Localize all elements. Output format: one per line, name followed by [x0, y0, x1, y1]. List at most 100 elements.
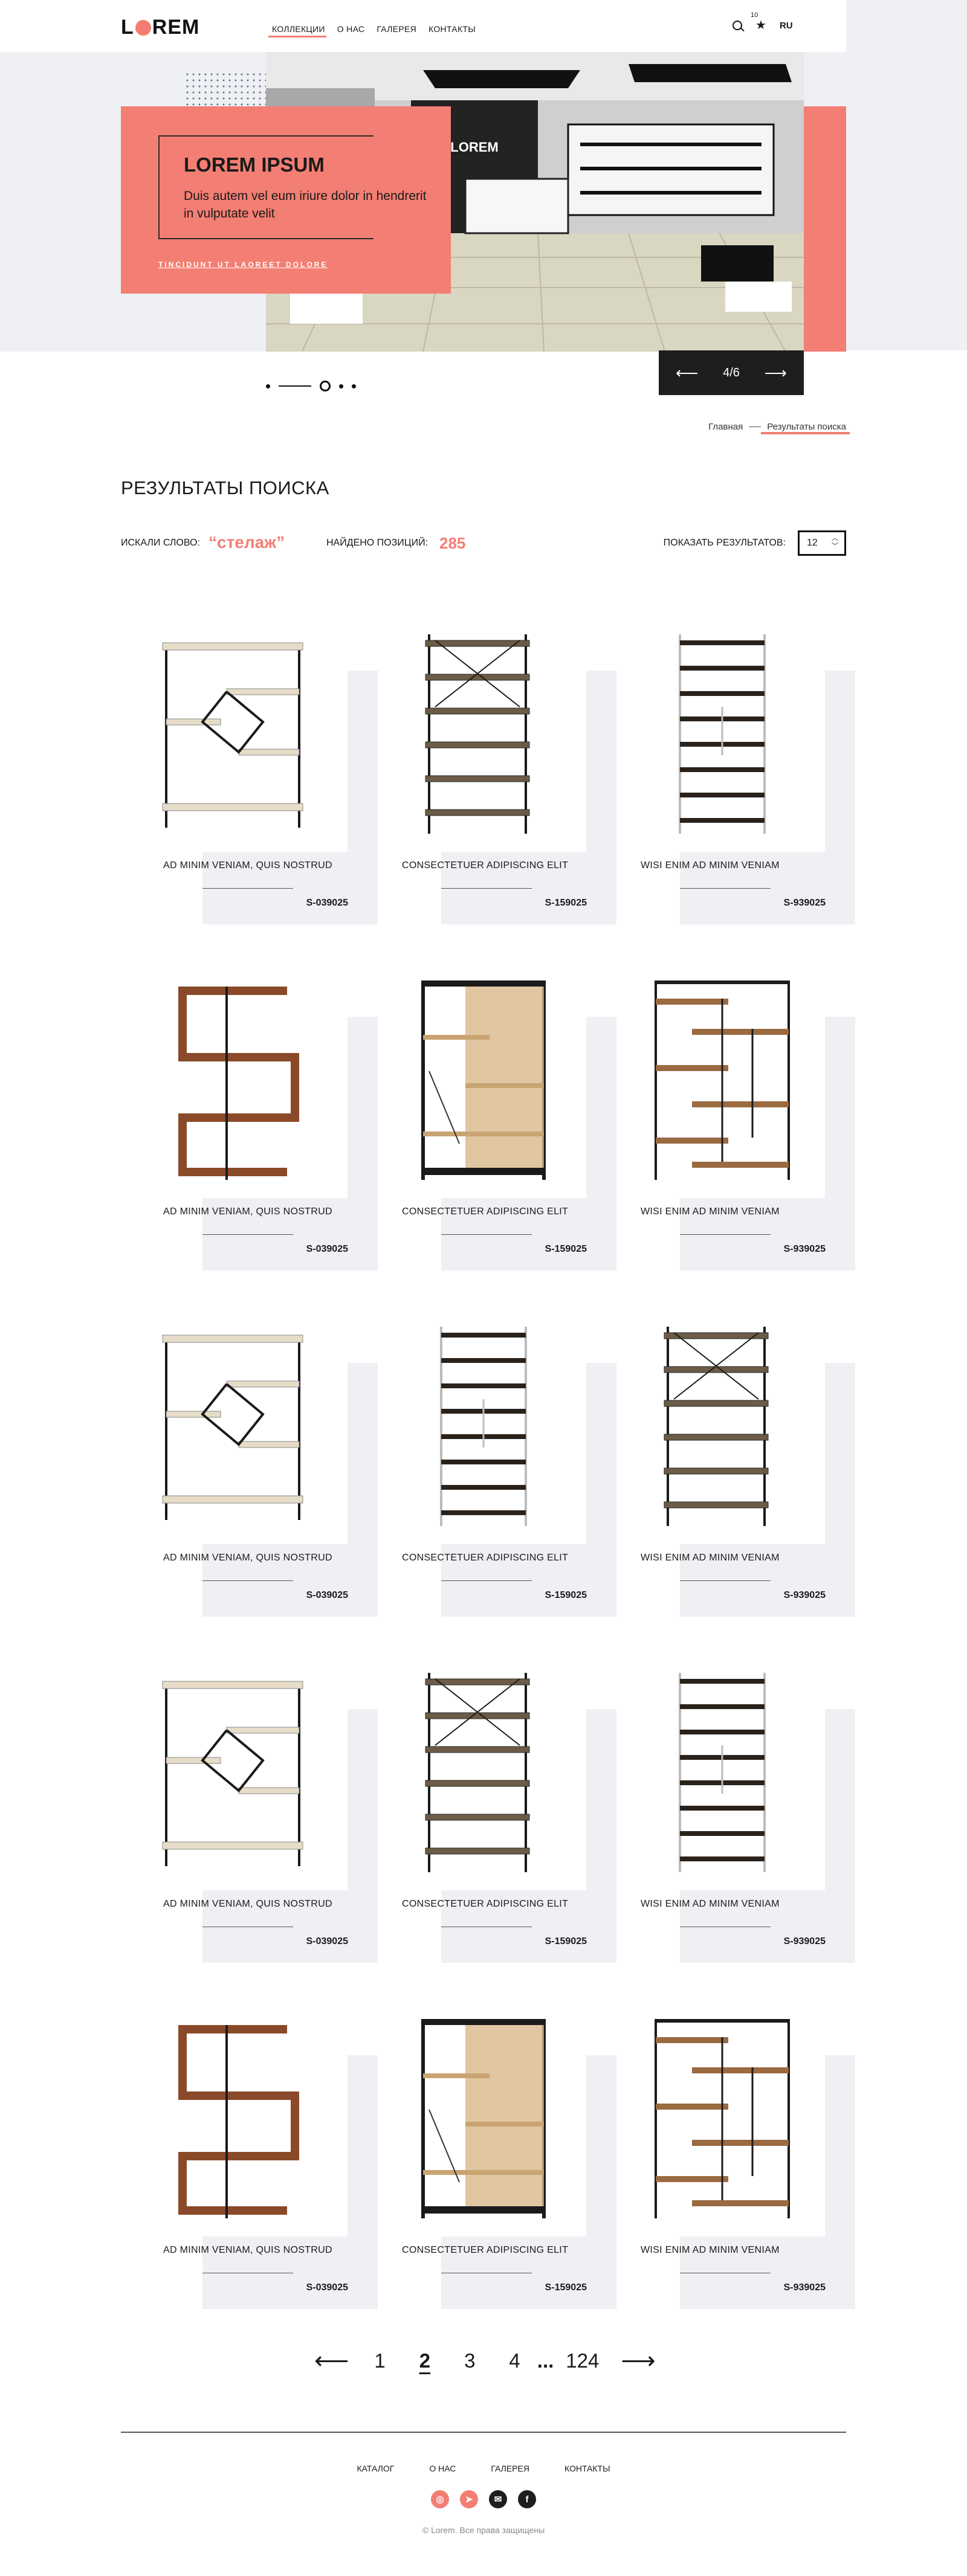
product-name[interactable]: CONSECTETUER ADIPISCING ELIT	[402, 1899, 568, 1910]
slider-dot[interactable]	[352, 384, 356, 388]
stair-shelf-image[interactable]	[381, 962, 586, 1198]
product-sku: S-939025	[783, 898, 826, 908]
product-name[interactable]: CONSECTETUER ADIPISCING ELIT	[402, 1553, 568, 1563]
hero-cta-link[interactable]: TINCIDUNT UT LAOREET DOLORE	[158, 260, 328, 269]
product-sku: S-039025	[306, 1590, 348, 1600]
product-name[interactable]: AD MINIM VENIAM, QUIS NOSTRUD	[163, 1899, 332, 1910]
page-link-1[interactable]: 1	[374, 2349, 385, 2372]
hex-shelf-image[interactable]	[142, 616, 348, 852]
nav-collections[interactable]: КОЛЛЕКЦИИ	[268, 24, 326, 37]
pagination-prev-icon[interactable]: ⟵	[314, 2347, 349, 2375]
tall-shelf-image[interactable]	[619, 616, 825, 852]
page-link-2-current[interactable]: 2	[419, 2349, 430, 2372]
footer-divider	[121, 2432, 846, 2433]
product-card[interactable]: AD MINIM VENIAM, QUIS NOSTRUD S-039025	[142, 1655, 378, 1963]
product-card[interactable]: CONSECTETUER ADIPISCING ELIT S-159025	[381, 2001, 616, 2309]
product-name[interactable]: WISI ENIM AD MINIM VENIAM	[641, 2245, 780, 2256]
hero-title: LOREM IPSUM	[184, 153, 325, 176]
footer-nav-gallery[interactable]: ГАЛЕРЕЯ	[491, 2464, 529, 2473]
site-logo[interactable]: L REM	[121, 16, 199, 39]
nav-gallery[interactable]: ГАЛЕРЕЯ	[377, 24, 416, 34]
nav-about[interactable]: О НАС	[337, 24, 365, 34]
page-link-4[interactable]: 4	[509, 2349, 520, 2372]
slider-dot[interactable]	[266, 384, 270, 388]
page-link-last[interactable]: 124	[566, 2349, 599, 2372]
product-sku: S-159025	[545, 1936, 587, 1946]
footer-nav-contacts[interactable]: КОНТАКТЫ	[564, 2464, 610, 2473]
product-name[interactable]: WISI ENIM AD MINIM VENIAM	[641, 860, 780, 871]
slider-next-arrow-icon[interactable]: ⟶	[765, 365, 787, 381]
product-name[interactable]: AD MINIM VENIAM, QUIS NOSTRUD	[163, 1206, 332, 1217]
slider-dot[interactable]	[339, 384, 343, 388]
nav-contacts[interactable]: КОНТАКТЫ	[429, 24, 476, 34]
product-sku: S-159025	[545, 898, 587, 908]
favorites-button[interactable]: 10 ★	[751, 12, 766, 32]
product-card[interactable]: CONSECTETUER ADIPISCING ELIT S-159025	[381, 616, 616, 924]
product-sku: S-039025	[306, 2282, 348, 2293]
tall-shelf-image[interactable]	[619, 1655, 825, 1890]
metal-shelf-image[interactable]	[619, 1309, 825, 1544]
product-name[interactable]: WISI ENIM AD MINIM VENIAM	[641, 1899, 780, 1910]
footer-nav-catalog[interactable]: КАТАЛОГ	[357, 2464, 395, 2473]
product-name[interactable]: AD MINIM VENIAM, QUIS NOSTRUD	[163, 1553, 332, 1563]
wood-zigzag-shelf-image[interactable]	[142, 2001, 348, 2236]
tall-shelf-image[interactable]	[381, 1309, 586, 1544]
product-card[interactable]: AD MINIM VENIAM, QUIS NOSTRUD S-039025	[142, 1309, 378, 1617]
hex-shelf-image[interactable]	[142, 1655, 348, 1890]
product-card[interactable]: WISI ENIM AD MINIM VENIAM S-939025	[619, 1655, 855, 1963]
product-name[interactable]: WISI ENIM AD MINIM VENIAM	[641, 1206, 780, 1217]
product-card[interactable]: WISI ENIM AD MINIM VENIAM S-939025	[619, 962, 855, 1270]
product-name[interactable]: CONSECTETUER ADIPISCING ELIT	[402, 860, 568, 871]
product-card[interactable]: WISI ENIM AD MINIM VENIAM S-939025	[619, 616, 855, 924]
mail-icon[interactable]: ✉	[489, 2490, 507, 2508]
slider-prev-arrow-icon[interactable]: ⟵	[676, 365, 698, 381]
pagination-next-icon[interactable]: ⟶	[621, 2347, 655, 2375]
product-sku: S-159025	[545, 1244, 587, 1254]
page-link-3[interactable]: 3	[464, 2349, 475, 2372]
product-divider	[441, 1234, 532, 1235]
product-card[interactable]: AD MINIM VENIAM, QUIS NOSTRUD S-039025	[142, 2001, 378, 2309]
stepper-arrows-icon[interactable]: ︿ ﹀	[832, 535, 838, 550]
telegram-icon[interactable]: ➤	[460, 2490, 478, 2508]
site-header: L REM КОЛЛЕКЦИИ О НАС ГАЛЕРЕЯ КОНТАКТЫ 10…	[0, 0, 846, 52]
product-name[interactable]: AD MINIM VENIAM, QUIS NOSTRUD	[163, 2245, 332, 2256]
searched-label: ИСКАЛИ СЛОВО:	[121, 538, 200, 548]
product-card[interactable]: CONSECTETUER ADIPISCING ELIT S-159025	[381, 962, 616, 1270]
product-sku: S-039025	[306, 898, 348, 908]
product-divider	[441, 888, 532, 889]
product-name[interactable]: AD MINIM VENIAM, QUIS NOSTRUD	[163, 860, 332, 871]
search-icon[interactable]	[733, 21, 742, 30]
metal-shelf-image[interactable]	[381, 616, 586, 852]
product-divider	[680, 1580, 771, 1581]
product-sku: S-039025	[306, 1244, 348, 1254]
main-nav: КОЛЛЕКЦИИ О НАС ГАЛЕРЕЯ КОНТАКТЫ	[268, 24, 476, 37]
product-name[interactable]: CONSECTETUER ADIPISCING ELIT	[402, 1206, 568, 1217]
product-card[interactable]: WISI ENIM AD MINIM VENIAM S-939025	[619, 1309, 855, 1617]
product-sku: S-939025	[783, 1244, 826, 1254]
product-name[interactable]: WISI ENIM AD MINIM VENIAM	[641, 1553, 780, 1563]
social-links: ◎ ➤ ✉ f	[0, 2490, 967, 2508]
wood-zigzag-shelf-image[interactable]	[142, 962, 348, 1198]
product-card[interactable]: WISI ENIM AD MINIM VENIAM S-939025	[619, 2001, 855, 2309]
metal-shelf-image[interactable]	[381, 1655, 586, 1890]
slider-dot-active[interactable]	[320, 381, 331, 391]
breadcrumb-home[interactable]: Главная	[708, 422, 743, 432]
product-divider	[680, 888, 771, 889]
pagination: ⟵ 1 2 3 4 ... 124 ⟶	[314, 2347, 656, 2375]
hex-shelf-image[interactable]	[142, 1309, 348, 1544]
facebook-icon[interactable]: f	[518, 2490, 536, 2508]
product-card[interactable]: CONSECTETUER ADIPISCING ELIT S-159025	[381, 1655, 616, 1963]
wood-grid-shelf-image[interactable]	[619, 2001, 825, 2236]
per-page-value: 12	[807, 538, 818, 548]
product-card[interactable]: AD MINIM VENIAM, QUIS NOSTRUD S-039025	[142, 616, 378, 924]
product-card[interactable]: CONSECTETUER ADIPISCING ELIT S-159025	[381, 1309, 616, 1617]
product-name[interactable]: CONSECTETUER ADIPISCING ELIT	[402, 2245, 568, 2256]
wood-grid-shelf-image[interactable]	[619, 962, 825, 1198]
instagram-icon[interactable]: ◎	[431, 2490, 449, 2508]
per-page-stepper[interactable]: 12 ︿ ﹀	[798, 530, 846, 556]
footer-nav-about[interactable]: О НАС	[429, 2464, 456, 2473]
stair-shelf-image[interactable]	[381, 2001, 586, 2236]
language-switch[interactable]: RU	[780, 21, 793, 31]
product-sku: S-939025	[783, 1590, 826, 1600]
product-card[interactable]: AD MINIM VENIAM, QUIS NOSTRUD S-039025	[142, 962, 378, 1270]
